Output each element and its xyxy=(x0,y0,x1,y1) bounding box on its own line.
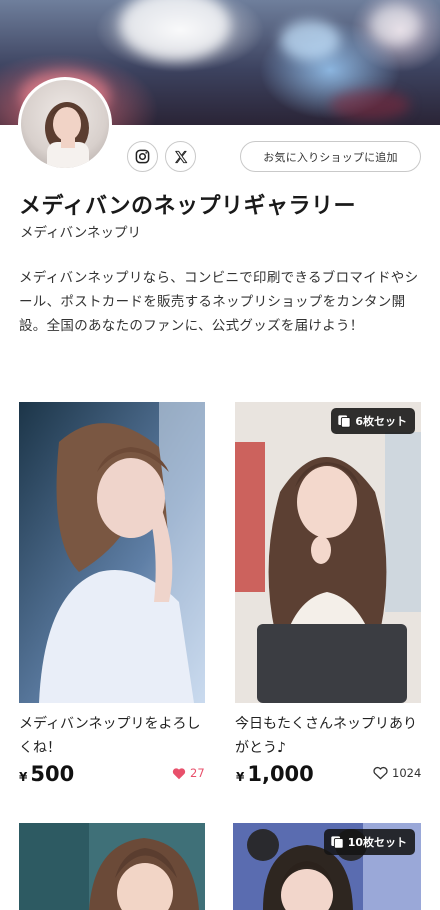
like-count: 27 xyxy=(190,766,205,780)
product-image[interactable]: 10枚セット xyxy=(233,823,421,910)
heart-filled-icon xyxy=(172,767,186,779)
shop-title: メディバンのネップリギャラリー xyxy=(19,194,357,219)
set-badge-label: 10枚セット xyxy=(347,836,407,849)
currency-symbol: ¥ xyxy=(19,770,28,784)
price-value: 1,000 xyxy=(247,762,314,786)
shop-avatar[interactable] xyxy=(18,77,112,171)
copy-stack-icon xyxy=(331,836,344,849)
price-value: 500 xyxy=(30,762,75,786)
shop-description: メディバンネップリなら、コンビニで印刷できるブロマイドやシール、ポストカードを販… xyxy=(19,270,419,334)
product-photo xyxy=(235,402,421,703)
product-title[interactable]: 今日もたくさんネップリありがとう♪ xyxy=(235,712,425,760)
product-price: ¥ 1,000 xyxy=(236,762,314,786)
set-badge: 6枚セット xyxy=(331,408,415,434)
product-image[interactable] xyxy=(19,823,205,910)
product-price: ¥ 500 xyxy=(19,762,74,786)
set-badge: 10枚セット xyxy=(323,829,415,855)
like-button[interactable]: 27 xyxy=(172,766,205,780)
avatar-photo xyxy=(45,102,89,168)
currency-symbol: ¥ xyxy=(236,770,245,784)
like-count: 1024 xyxy=(392,766,422,780)
x-icon xyxy=(174,150,187,163)
product-photo xyxy=(19,823,205,910)
instagram-icon xyxy=(135,149,150,164)
instagram-button[interactable] xyxy=(127,141,158,172)
heart-outline-icon xyxy=(373,766,388,780)
copy-stack-icon xyxy=(338,415,351,428)
product-image[interactable] xyxy=(19,402,205,703)
like-button[interactable]: 1024 xyxy=(373,766,421,780)
add-favorite-shop-button[interactable]: お気に入りショップに追加 xyxy=(240,141,421,172)
product-image[interactable]: 6枚セット xyxy=(235,402,421,703)
shop-subtitle: メディバンネップリ xyxy=(20,225,141,241)
product-photo xyxy=(19,402,205,703)
set-badge-label: 6枚セット xyxy=(355,415,407,428)
x-button[interactable] xyxy=(165,141,196,172)
product-title[interactable]: メディバンネップリをよろしくね！ xyxy=(19,712,209,760)
